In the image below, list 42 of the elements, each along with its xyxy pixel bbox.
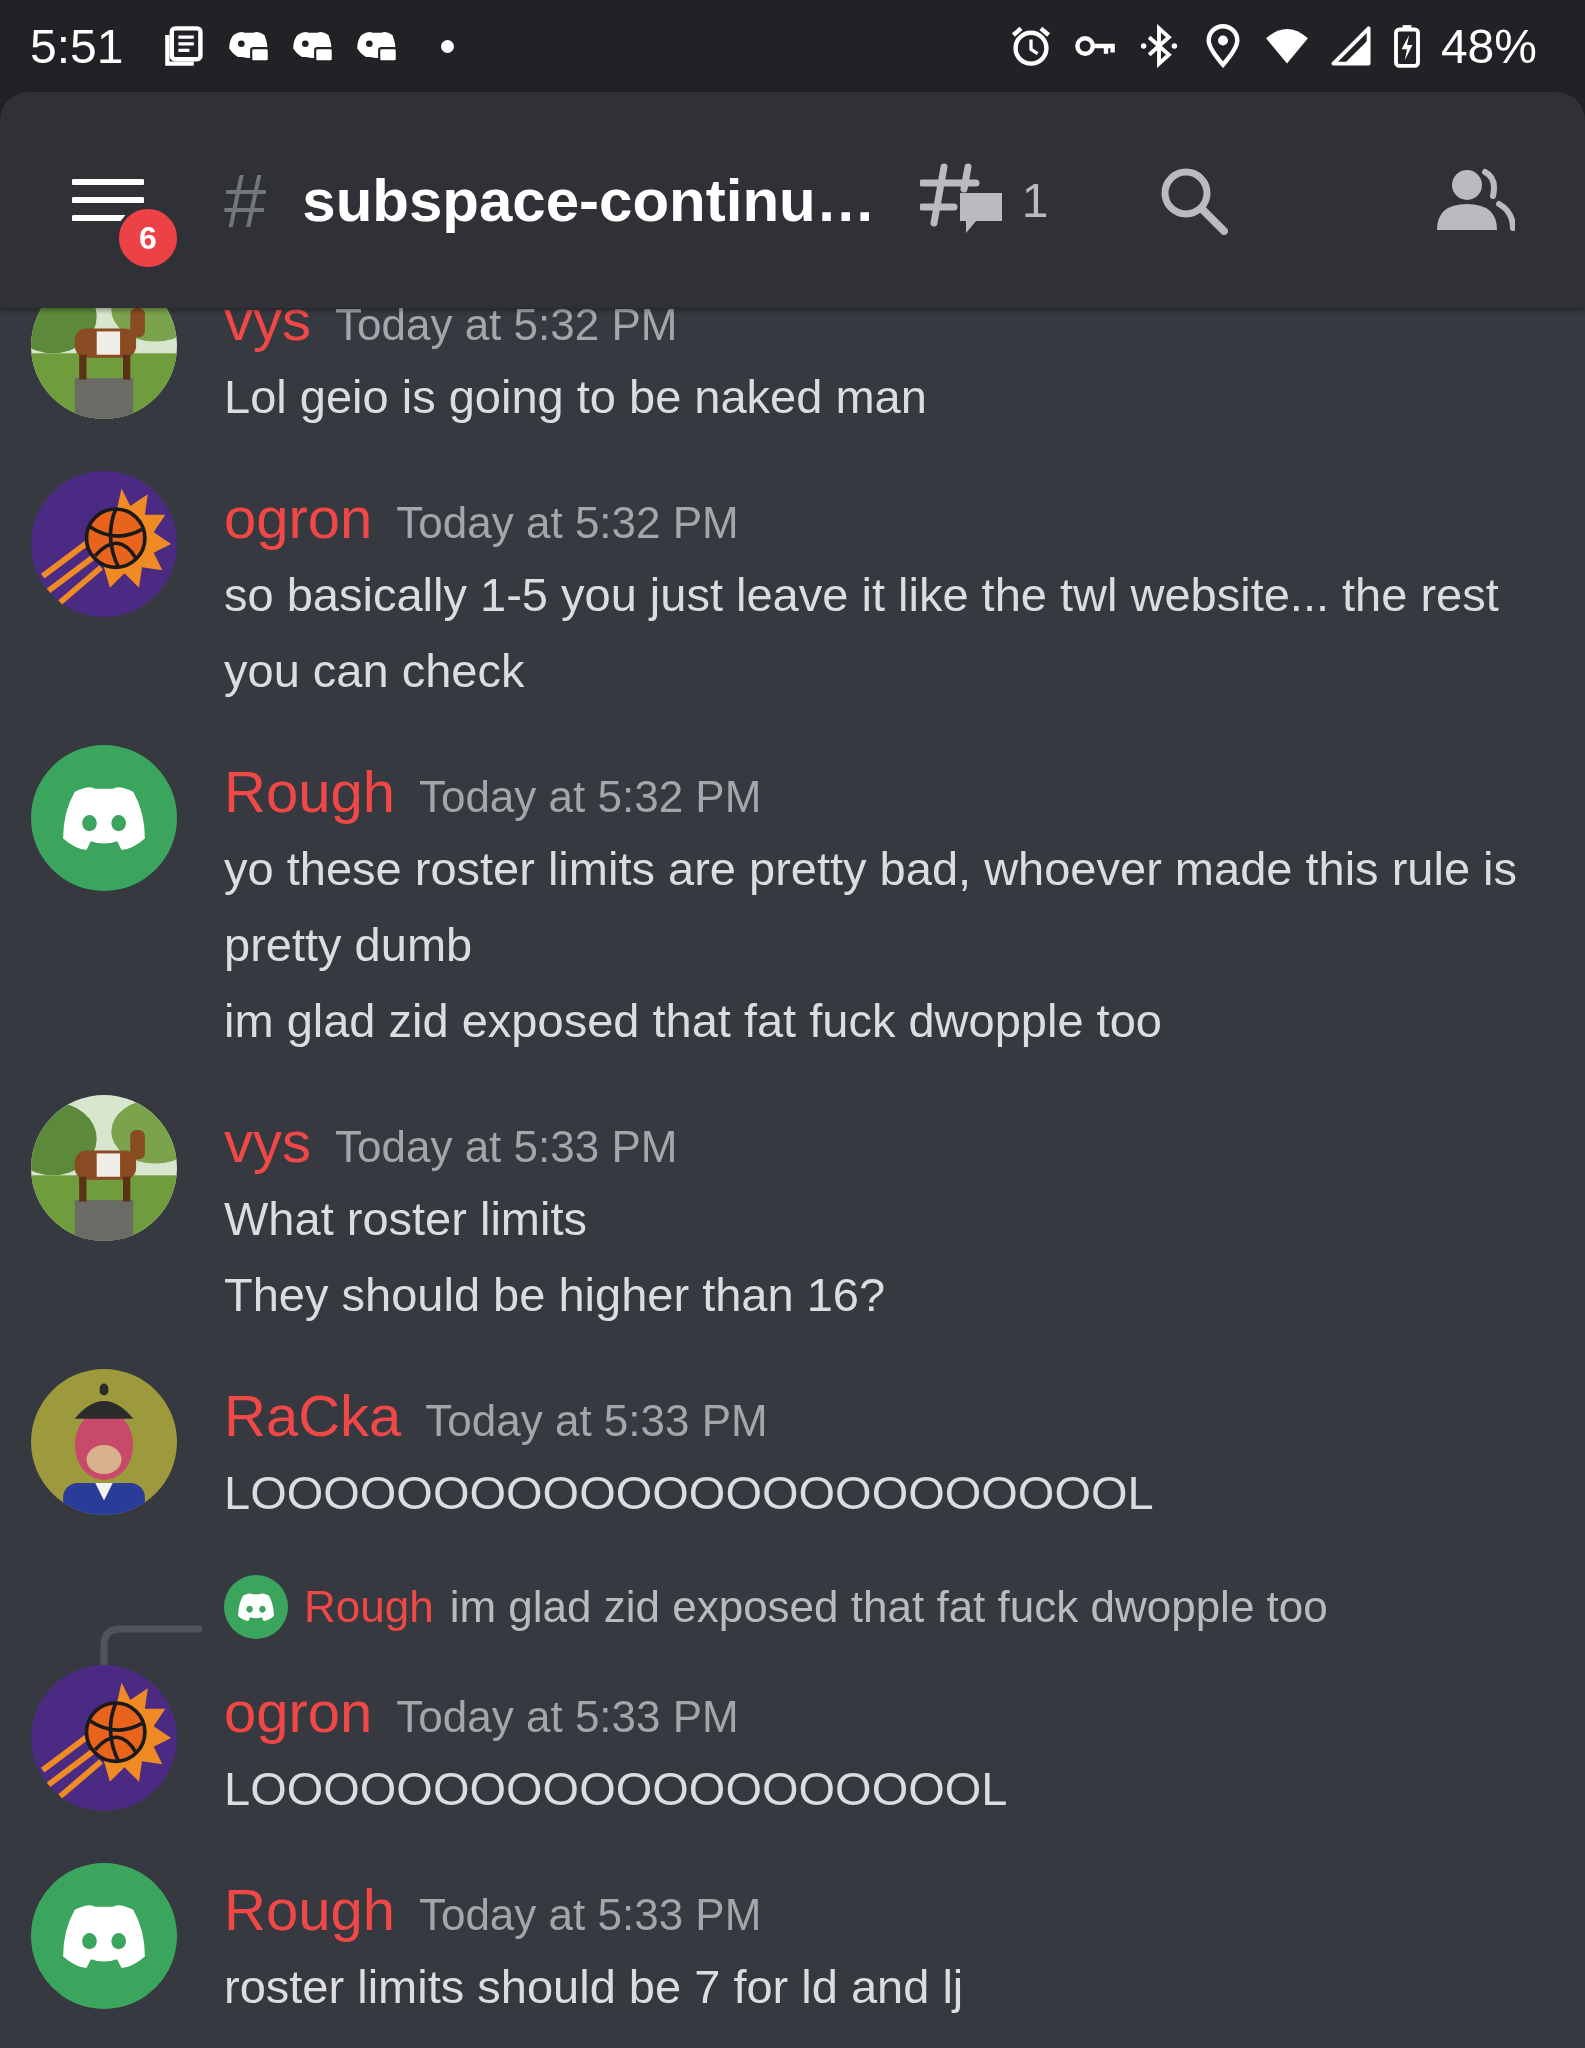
channel-hash: # [224, 156, 267, 244]
timestamp: Today at 5:33 PM [418, 1889, 762, 1941]
more-notifications-icon [441, 39, 455, 53]
message-text: so basically 1-5 you just leave it like the twl website... the rest you can check [224, 567, 1500, 699]
gamepad-avatar-icon [31, 1863, 177, 2009]
gamepad-avatar-icon [224, 1575, 288, 1639]
timestamp: Today at 5:32 PM [418, 771, 762, 823]
reply-text[interactable]: im glad zid exposed that fat fuck dwopple too [449, 1582, 1328, 1632]
message-text: They should be higher than 16? [224, 1267, 887, 1323]
timestamp: Today at 5:32 PM [396, 497, 739, 549]
author-name[interactable]: ogron [224, 479, 373, 557]
timestamp: Today at 5:33 PM [425, 1395, 768, 1447]
basketball-avatar-icon [31, 1665, 177, 1811]
message-text: What roster limits [224, 1191, 588, 1247]
author-name[interactable]: Rough [224, 1871, 395, 1949]
battery-charging-icon [1392, 24, 1421, 68]
author-name[interactable]: ogron [224, 1673, 373, 1751]
clock-time: 5:51 [30, 18, 124, 74]
timestamp: Today at 5:33 PM [335, 1121, 678, 1173]
threads-button[interactable]: 1 [919, 161, 1049, 239]
battery-percent: 48% [1440, 18, 1537, 74]
author-name[interactable]: RaCka [224, 1377, 402, 1455]
timestamp: Today at 5:33 PM [396, 1691, 739, 1743]
message-text: Lol geio is going to be naked man [224, 369, 928, 425]
timestamp: Today at 5:32 PM [335, 308, 678, 351]
message-text: roster limits should be 7 for ld and lj [224, 1959, 965, 2015]
author-name[interactable]: vys [224, 1103, 311, 1181]
members-button[interactable] [1435, 168, 1515, 232]
message-text: LOOOOOOOOOOOOOOOOOOOOOOOOL [224, 1465, 1155, 1521]
channel-name: subspace-continu… [302, 165, 876, 235]
message-text: im glad zid exposed that fat fuck dwopple too [224, 993, 1163, 1049]
menu-icon [72, 178, 144, 222]
signal-icon [1328, 24, 1373, 68]
menu-button[interactable] [72, 178, 144, 222]
reply-author[interactable]: Rough [304, 1582, 434, 1632]
gamepad-avatar-icon [31, 745, 177, 891]
author-name[interactable]: Rough [224, 753, 395, 831]
unread-badge: 6 [116, 206, 180, 270]
message-text: LOOOOOOOOOOOOOOOOOOOOL [224, 1761, 1009, 1817]
author-name[interactable]: vys [224, 308, 311, 359]
members-icon [1435, 168, 1515, 232]
basketball-avatar-icon [31, 471, 177, 617]
